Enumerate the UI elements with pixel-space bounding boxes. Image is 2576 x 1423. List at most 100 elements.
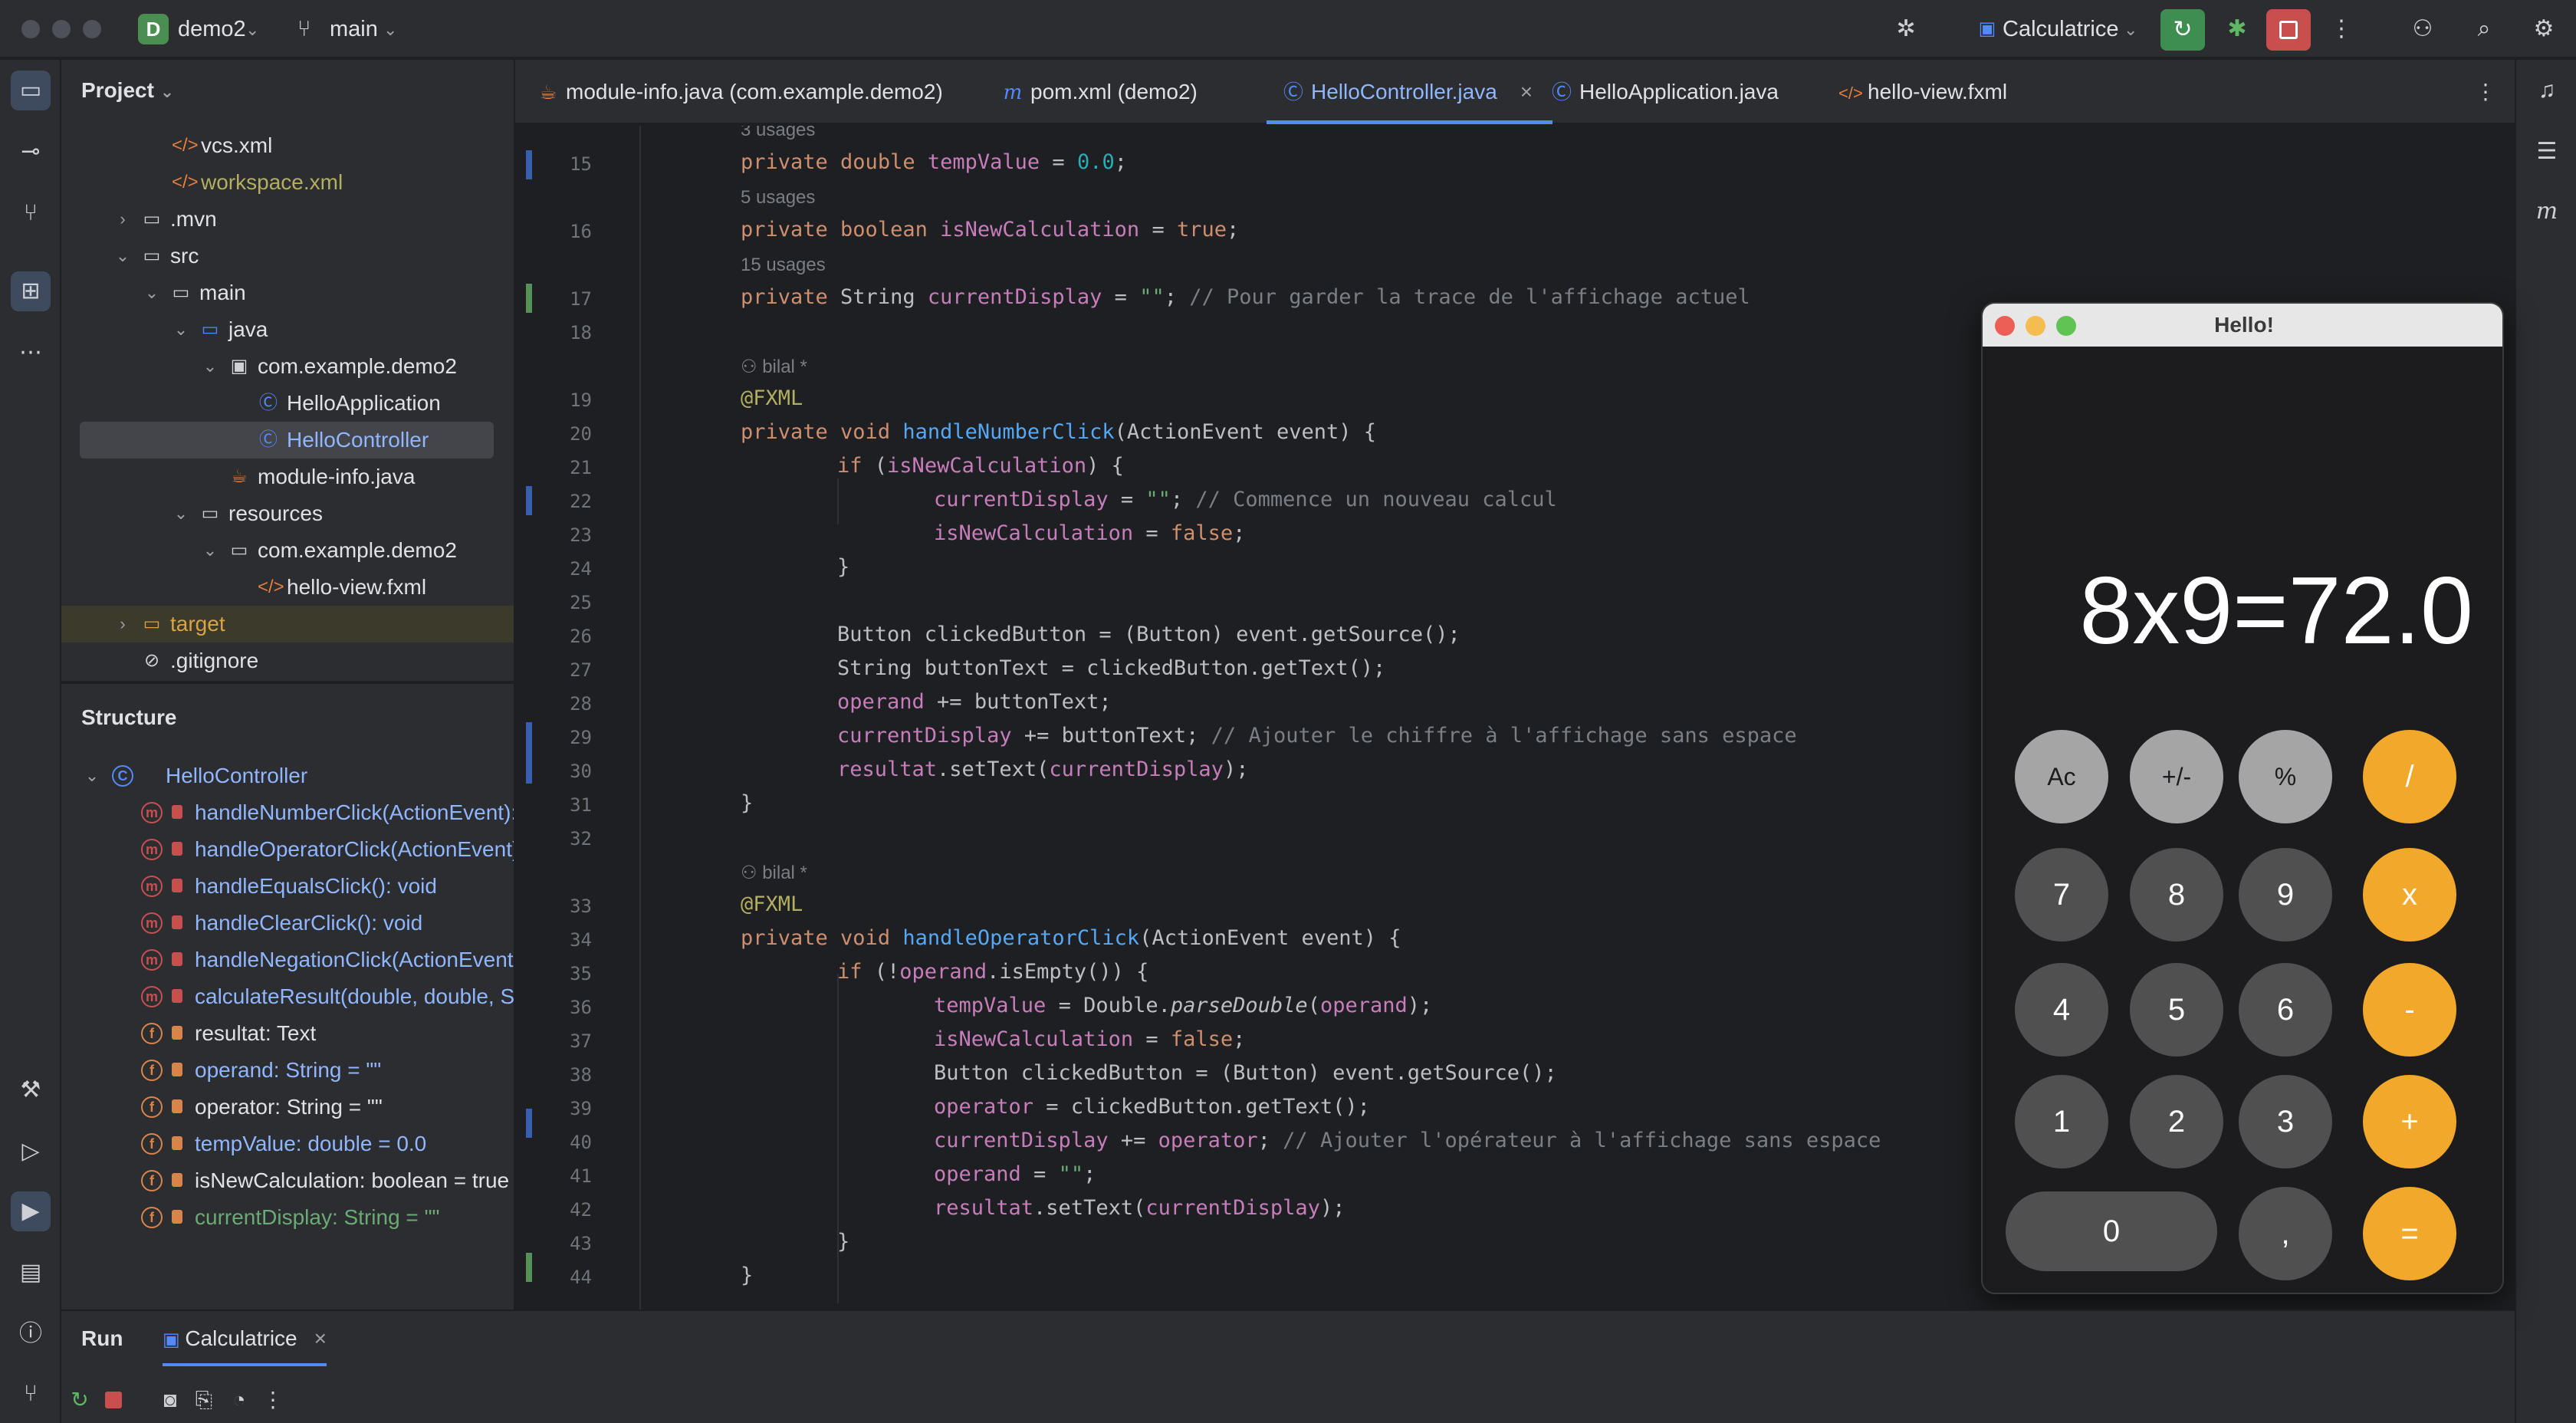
code-line[interactable]: tempValue = Double.parseDouble(operand);: [934, 994, 1432, 1017]
code-line[interactable]: isNewCalculation = false;: [934, 521, 1245, 545]
subtract-button[interactable]: -: [2363, 963, 2456, 1057]
digit-7-button[interactable]: 7: [2015, 848, 2108, 942]
pull-requests-icon[interactable]: ⑂: [11, 193, 51, 233]
screenshot-camera-icon[interactable]: ◙: [156, 1386, 184, 1414]
services-icon[interactable]: ▷: [11, 1132, 51, 1172]
structure-item[interactable]: m handleNegationClick(ActionEvent: [61, 942, 514, 978]
digit-3-button[interactable]: 3: [2239, 1075, 2332, 1168]
project-panel-title[interactable]: Project ⌄: [81, 78, 174, 103]
project-name[interactable]: demo2: [178, 17, 246, 42]
tree-item[interactable]: Ⓒ HelloApplication: [61, 385, 514, 422]
chevron-right-icon[interactable]: ›: [112, 606, 133, 642]
code-line[interactable]: if (isNewCalculation) {: [837, 454, 1124, 478]
debug-icon[interactable]: ✱: [2223, 15, 2251, 43]
structure-item[interactable]: f operator: String = "": [61, 1089, 514, 1126]
code-line[interactable]: Button clickedButton = (Button) event.ge…: [837, 623, 1460, 646]
code-line[interactable]: Button clickedButton = (Button) event.ge…: [934, 1061, 1557, 1085]
run-config-tab[interactable]: ▣ Calculatrice ×: [163, 1326, 327, 1366]
tree-item[interactable]: › ▭ target: [61, 606, 514, 642]
chevron-down-icon[interactable]: ⌄: [383, 20, 397, 40]
tree-item[interactable]: ⌄ ▣ com.example.demo2: [61, 348, 514, 385]
tree-item[interactable]: </> hello-view.fxml: [61, 569, 514, 606]
code-line[interactable]: if (!operand.isEmpty()) {: [837, 960, 1148, 984]
equals-button[interactable]: =: [2363, 1187, 2456, 1280]
problems-icon[interactable]: ⓘ: [11, 1314, 51, 1354]
debug-bug-icon[interactable]: ✲: [1892, 15, 1920, 43]
stop-icon[interactable]: [100, 1386, 127, 1414]
structure-item[interactable]: f tempValue: double = 0.0: [61, 1126, 514, 1162]
tree-item[interactable]: ⌄ ▭ main: [61, 274, 514, 311]
close-icon[interactable]: ×: [314, 1326, 327, 1350]
chevron-down-icon[interactable]: ⌄: [170, 311, 192, 348]
chevron-right-icon[interactable]: ›: [112, 201, 133, 238]
code-line[interactable]: currentDisplay = ""; // Commence un nouv…: [934, 488, 1557, 511]
structure-item[interactable]: f isNewCalculation: boolean = true: [61, 1162, 514, 1199]
chevron-down-icon[interactable]: ⌄: [112, 238, 133, 274]
digit-9-button[interactable]: 9: [2239, 848, 2332, 942]
search-icon[interactable]: ⌕: [2470, 15, 2498, 43]
code-line[interactable]: private boolean isNewCalculation = true;: [741, 218, 1239, 242]
usages-hint[interactable]: 5 usages: [741, 187, 815, 209]
negate-button[interactable]: +/-: [2130, 730, 2223, 823]
terminal-icon[interactable]: ▤: [11, 1253, 51, 1293]
add-button[interactable]: +: [2363, 1075, 2456, 1168]
code-line[interactable]: }: [741, 1264, 753, 1287]
code-line[interactable]: resultat.setText(currentDisplay);: [934, 1196, 1345, 1220]
clear-button[interactable]: Ac: [2015, 730, 2108, 823]
tab-hello-controller[interactable]: Ⓒ HelloController.java ×: [1267, 60, 1553, 124]
code-line[interactable]: private void handleNumberClick(ActionEve…: [741, 420, 1376, 444]
structure-item[interactable]: f currentDisplay: String = "": [61, 1199, 514, 1236]
tree-item[interactable]: ⌄ ▭ java: [61, 311, 514, 348]
chevron-down-icon[interactable]: ⌄: [199, 348, 221, 385]
code-line[interactable]: }: [741, 791, 753, 815]
code-line[interactable]: private void handleOperatorClick(ActionE…: [741, 926, 1401, 950]
code-line[interactable]: isNewCalculation = false;: [934, 1027, 1245, 1051]
structure-item[interactable]: m handleNumberClick(ActionEvent):: [61, 794, 514, 831]
multiply-button[interactable]: x: [2363, 848, 2456, 942]
chevron-down-icon[interactable]: ⌄: [2124, 20, 2137, 40]
tab-pom[interactable]: m pom.xml (demo2): [1001, 60, 1198, 124]
project-badge[interactable]: D: [138, 14, 169, 44]
code-line[interactable]: operator = clickedButton.getText();: [934, 1095, 1370, 1119]
usages-hint[interactable]: 3 usages: [741, 126, 815, 141]
percent-button[interactable]: %: [2239, 730, 2332, 823]
settings-gear-icon[interactable]: ⚙: [2530, 15, 2558, 43]
more-vertical-icon[interactable]: ⋮: [259, 1386, 287, 1414]
code-line[interactable]: currentDisplay += operator; // Ajouter l…: [934, 1129, 1881, 1152]
structure-item[interactable]: m handleOperatorClick(ActionEvent): [61, 831, 514, 868]
code-editor[interactable]: 3 usages 5 usages 15 usages ⚇ bilal * ⚇ …: [515, 126, 2085, 1310]
tab-hello-view[interactable]: </> hello-view.fxml: [1838, 60, 2007, 124]
chevron-down-icon[interactable]: ⌄: [81, 758, 103, 794]
rerun-icon[interactable]: ↻: [66, 1386, 94, 1414]
digit-6-button[interactable]: 6: [2239, 963, 2332, 1057]
divide-button[interactable]: /: [2363, 730, 2456, 823]
tree-item[interactable]: › ▭ .mvn: [61, 201, 514, 238]
digit-0-button[interactable]: 0: [2006, 1191, 2217, 1271]
code-line[interactable]: String buttonText = clickedButton.getTex…: [837, 656, 1385, 680]
digit-5-button[interactable]: 5: [2130, 963, 2223, 1057]
tree-item[interactable]: </> vcs.xml: [61, 127, 514, 164]
commit-icon[interactable]: ⊸: [11, 132, 51, 172]
close-icon[interactable]: ×: [1520, 80, 1533, 104]
tab-module-info[interactable]: ☕ module-info.java (com.example.demo2): [537, 60, 942, 124]
usages-hint[interactable]: 15 usages: [741, 255, 826, 276]
tab-hello-application[interactable]: Ⓒ HelloApplication.java: [1550, 60, 1779, 124]
calculator-titlebar[interactable]: Hello!: [1983, 304, 2502, 347]
structure-item[interactable]: m calculateResult(double, double, S: [61, 978, 514, 1015]
comma-button[interactable]: ,: [2239, 1187, 2332, 1280]
digit-8-button[interactable]: 8: [2130, 848, 2223, 942]
code-line[interactable]: private double tempValue = 0.0;: [741, 150, 1127, 174]
profiler-icon[interactable]: ◔: [225, 1386, 253, 1414]
tree-item-selected[interactable]: Ⓒ HelloController: [80, 422, 494, 458]
author-hint[interactable]: ⚇ bilal *: [741, 356, 807, 378]
chevron-down-icon[interactable]: ⌄: [245, 20, 259, 40]
digit-1-button[interactable]: 1: [2015, 1075, 2108, 1168]
code-line[interactable]: @FXML: [741, 386, 803, 410]
digit-2-button[interactable]: 2: [2130, 1075, 2223, 1168]
code-line[interactable]: resultat.setText(currentDisplay);: [837, 758, 1248, 781]
stop-button[interactable]: [2266, 9, 2311, 51]
code-line[interactable]: }: [837, 1230, 849, 1254]
structure-panel-title[interactable]: Structure: [81, 705, 176, 730]
structure-item[interactable]: m handleEqualsClick(): void: [61, 868, 514, 905]
digit-4-button[interactable]: 4: [2015, 963, 2108, 1057]
